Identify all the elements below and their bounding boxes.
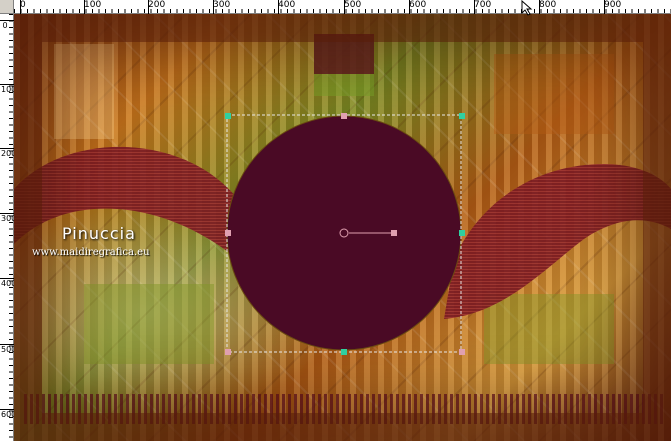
ruler-label: 0 (2, 21, 8, 30)
ruler-label: 600 (1, 410, 17, 419)
ruler-label: 900 (604, 0, 622, 10)
ruler-label: 300 (213, 0, 231, 10)
handle-middle-left[interactable] (225, 230, 231, 236)
handle-bottom-center[interactable] (341, 349, 347, 355)
ruler-label: 200 (1, 149, 17, 158)
horizontal-ruler[interactable]: 0 100 200 300 400 500 600 700 800 900 (14, 0, 671, 14)
handle-bottom-right[interactable] (459, 349, 465, 355)
ruler-label: 0 (20, 0, 26, 10)
vertical-ruler[interactable]: 0 100 200 300 400 500 600 (0, 14, 17, 441)
ruler-label: 500 (1, 345, 17, 354)
handle-middle-right[interactable] (459, 230, 465, 236)
ruler-label: 700 (474, 0, 492, 10)
ruler-label: 400 (1, 279, 17, 288)
ruler-label: 100 (1, 85, 17, 94)
rotation-handle[interactable] (391, 230, 397, 236)
ruler-label: 200 (148, 0, 166, 10)
ruler-label: 800 (539, 0, 557, 10)
selection-overlay[interactable] (14, 14, 671, 441)
ruler-label: 100 (84, 0, 102, 10)
ruler-corner (0, 0, 14, 14)
mouse-cursor-icon (521, 0, 533, 16)
ruler-label: 600 (409, 0, 427, 10)
handle-bottom-left[interactable] (225, 349, 231, 355)
ruler-label: 400 (278, 0, 296, 10)
selected-circle-shape[interactable] (226, 115, 462, 351)
ruler-label: 300 (1, 214, 17, 223)
ruler-label: 500 (344, 0, 362, 10)
handle-top-left[interactable] (225, 113, 231, 119)
handle-top-center[interactable] (341, 113, 347, 119)
image-canvas[interactable]: Pinuccia www.maidiregrafica.eu (14, 14, 671, 441)
handle-top-right[interactable] (459, 113, 465, 119)
